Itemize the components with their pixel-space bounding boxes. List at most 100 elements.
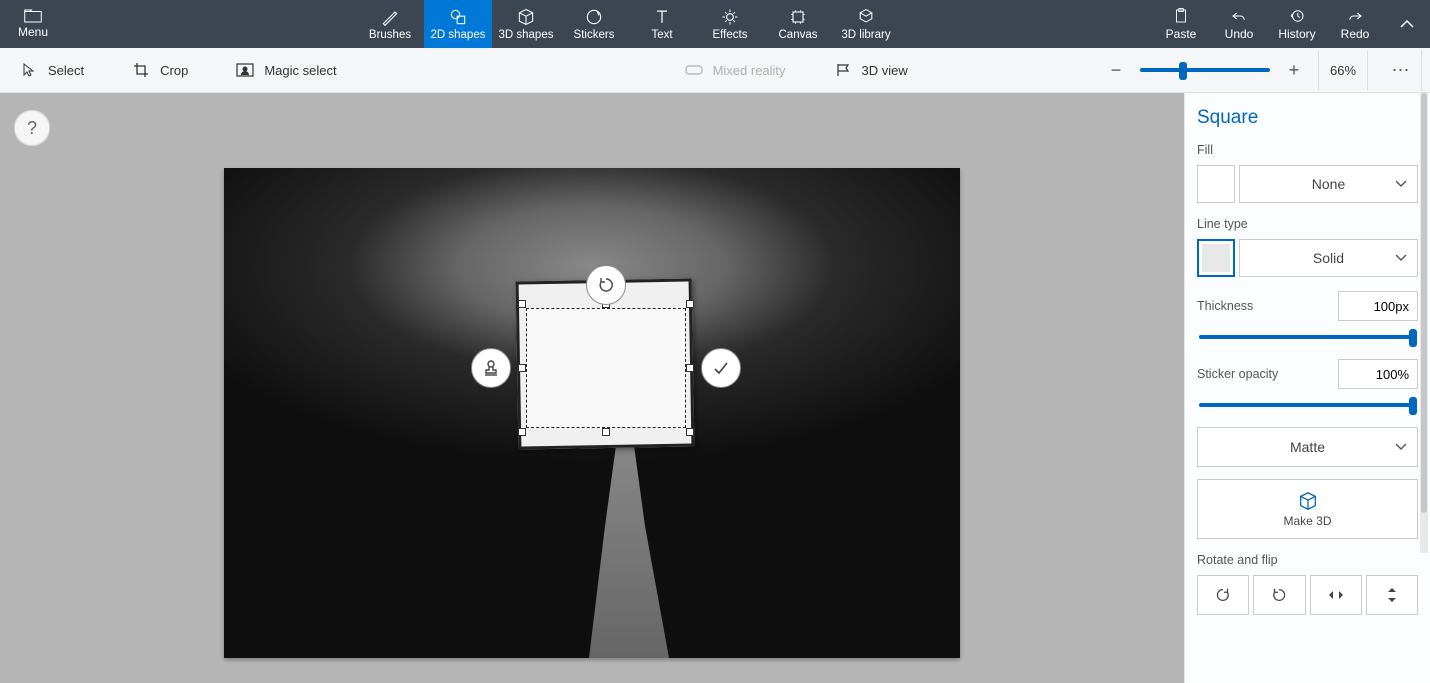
magic-select-tool[interactable]: Magic select	[222, 61, 350, 79]
selection-marquee	[526, 308, 686, 428]
resize-handle[interactable]	[518, 428, 526, 436]
cube-icon	[1297, 490, 1319, 512]
thickness-slider[interactable]	[1199, 335, 1416, 339]
top-toolbar: Menu Brushes 2D shapes 3D shapes Sticker…	[0, 0, 1430, 48]
select-label: Select	[48, 63, 84, 78]
make3d-label: Make 3D	[1283, 514, 1331, 528]
crop-icon	[132, 61, 150, 79]
make-3d-button[interactable]: Make 3D	[1197, 479, 1418, 539]
slider-thumb[interactable]	[1409, 397, 1417, 415]
folder-icon	[24, 9, 42, 23]
redo-button[interactable]: Redo	[1326, 0, 1384, 48]
resize-handle[interactable]	[518, 300, 526, 308]
history-icon	[1288, 7, 1306, 25]
line-color-swatch[interactable]	[1197, 239, 1235, 277]
mixed-reality-tool: Mixed reality	[671, 61, 800, 79]
tab-label: Text	[651, 29, 672, 41]
flag-icon	[834, 61, 852, 79]
help-button[interactable]: ?	[14, 110, 50, 146]
tab-canvas[interactable]: Canvas	[764, 0, 832, 48]
mixed-label: Mixed reality	[713, 63, 786, 78]
rotate-cw-icon	[1270, 586, 1288, 604]
more-options-button[interactable]: ⋯	[1382, 50, 1422, 91]
line-type-dropdown[interactable]: Solid	[1239, 239, 1418, 277]
slider-thumb[interactable]	[1409, 329, 1417, 347]
crop-tool[interactable]: Crop	[118, 61, 202, 79]
rotate-cw-button[interactable]	[1253, 575, 1305, 615]
history-button[interactable]: History	[1268, 0, 1326, 48]
resize-handle[interactable]	[686, 364, 694, 372]
resize-handle[interactable]	[602, 428, 610, 436]
tab-label: 2D shapes	[431, 29, 486, 41]
3d-view-tool[interactable]: 3D view	[820, 61, 922, 79]
main-area: ? Square Fill	[0, 93, 1430, 683]
tab-2d-shapes[interactable]: 2D shapes	[424, 0, 492, 48]
stamp-icon	[481, 358, 501, 378]
thickness-input[interactable]	[1338, 291, 1418, 321]
undo-button[interactable]: Undo	[1210, 0, 1268, 48]
paste-button[interactable]: Paste	[1152, 0, 1210, 48]
canvas-icon	[788, 7, 808, 27]
tab-label: 3D shapes	[499, 29, 554, 41]
opacity-label: Sticker opacity	[1197, 367, 1278, 381]
history-label: History	[1278, 27, 1315, 41]
rotate-icon	[596, 275, 616, 295]
tab-stickers[interactable]: Stickers	[560, 0, 628, 48]
view3d-label: 3D view	[862, 63, 908, 78]
chevron-down-icon	[1395, 254, 1407, 262]
scrollbar[interactable]	[1420, 93, 1428, 553]
flip-h-icon	[1327, 587, 1345, 603]
rotate-ccw-button[interactable]	[1197, 575, 1249, 615]
canvas-image[interactable]	[224, 168, 960, 658]
tab-3d-library[interactable]: 3D library	[832, 0, 900, 48]
magic-select-icon	[236, 61, 254, 79]
chevron-up-icon	[1399, 19, 1415, 29]
tool-tabs: Brushes 2D shapes 3D shapes Stickers Tex…	[356, 0, 900, 48]
opacity-input[interactable]	[1338, 359, 1418, 389]
stamp-button[interactable]	[471, 348, 511, 388]
resize-handle[interactable]	[518, 364, 526, 372]
zoom-slider-thumb[interactable]	[1179, 62, 1187, 80]
tab-brushes[interactable]: Brushes	[356, 0, 424, 48]
rotate-handle[interactable]	[586, 265, 626, 305]
material-value: Matte	[1290, 439, 1325, 455]
zoom-out-button[interactable]: −	[1106, 60, 1126, 80]
collapse-panel-button[interactable]	[1384, 0, 1430, 48]
opacity-slider[interactable]	[1199, 403, 1416, 407]
menu-label: Menu	[18, 25, 48, 39]
chevron-down-icon	[1395, 443, 1407, 451]
tab-effects[interactable]: Effects	[696, 0, 764, 48]
select-tool[interactable]: Select	[6, 61, 98, 79]
fill-type-dropdown[interactable]: None	[1239, 165, 1418, 203]
commit-button[interactable]	[701, 348, 741, 388]
material-dropdown[interactable]: Matte	[1197, 427, 1418, 467]
zoom-in-button[interactable]: +	[1284, 60, 1304, 80]
shape-selection[interactable]	[519, 301, 693, 435]
fill-color-swatch[interactable]	[1197, 165, 1235, 203]
paste-label: Paste	[1166, 27, 1197, 41]
undo-label: Undo	[1225, 27, 1254, 41]
sub-toolbar: Select Crop Magic select Mixed reality 3…	[0, 48, 1430, 93]
fill-type-value: None	[1312, 176, 1345, 192]
hand-graphic	[589, 438, 669, 658]
resize-handle[interactable]	[686, 428, 694, 436]
tab-text[interactable]: Text	[628, 0, 696, 48]
shapes-3d-icon	[516, 7, 536, 27]
resize-handle[interactable]	[686, 300, 694, 308]
fill-label: Fill	[1197, 143, 1418, 157]
right-tools: Paste Undo History Redo	[1152, 0, 1430, 48]
flip-horizontal-button[interactable]	[1310, 575, 1362, 615]
zoom-slider[interactable]	[1140, 68, 1270, 72]
magic-label: Magic select	[264, 63, 336, 78]
tab-3d-shapes[interactable]: 3D shapes	[492, 0, 560, 48]
canvas-area[interactable]: ?	[0, 93, 1184, 683]
menu-button[interactable]: Menu	[0, 0, 66, 48]
crop-label: Crop	[160, 63, 188, 78]
cursor-icon	[20, 61, 38, 79]
zoom-percent[interactable]: 66%	[1318, 51, 1368, 90]
zoom-controls: − + 66% ⋯	[1106, 50, 1430, 91]
flip-v-icon	[1384, 586, 1400, 604]
tab-label: 3D library	[841, 29, 890, 41]
shapes-2d-icon	[448, 7, 468, 27]
flip-vertical-button[interactable]	[1366, 575, 1418, 615]
